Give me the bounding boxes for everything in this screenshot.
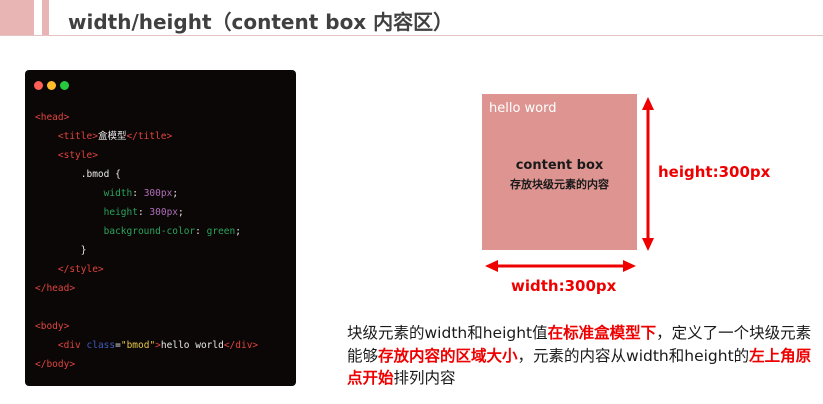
- description-segment: 块级元素的width和height值: [347, 324, 548, 342]
- description-segment: 排列内容: [393, 369, 456, 387]
- width-label: width:300px: [511, 277, 617, 295]
- width-arrow-head-right: [623, 260, 636, 272]
- description-text: 块级元素的width和height值在标准盒模型下，定义了一个块级元素能够存放内…: [347, 322, 817, 390]
- width-arrow-head-left: [485, 260, 498, 272]
- description-highlight: 在标准盒模型下: [547, 324, 657, 342]
- height-label: height:300px: [658, 163, 771, 181]
- height-arrow-head-down: [642, 238, 654, 251]
- description-segment: ，元素的内容从width和height的: [517, 346, 750, 365]
- description-highlight: 存放内容的区域大小: [378, 346, 518, 365]
- height-arrow-head-up: [642, 97, 654, 110]
